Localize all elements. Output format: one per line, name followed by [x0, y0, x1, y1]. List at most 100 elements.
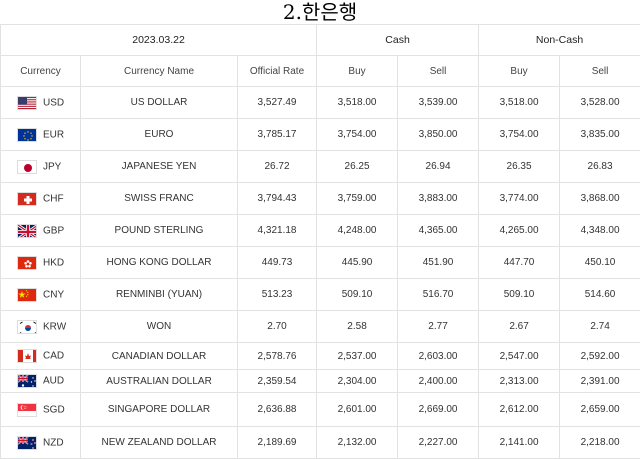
currency-cell: GBP — [1, 215, 81, 247]
cash-buy-cell: 509.10 — [317, 279, 398, 311]
currency-code: KRW — [43, 321, 66, 332]
currency-code: CAD — [43, 351, 64, 362]
non-cash-buy-cell: 2,313.00 — [479, 370, 560, 393]
non-cash-sell-cell: 2,218.00 — [560, 427, 640, 459]
cash-sell-cell: 3,850.00 — [398, 119, 479, 151]
ch-flag-icon — [17, 192, 37, 206]
cn-flag-icon — [17, 288, 37, 302]
official-rate-cell: 26.72 — [238, 151, 317, 183]
currency-cell: KRW — [1, 311, 81, 343]
non-cash-buy-cell: 3,774.00 — [479, 183, 560, 215]
non-cash-group-header: Non-Cash — [479, 25, 640, 56]
currency-cell: JPY — [1, 151, 81, 183]
currency-code: HKD — [43, 257, 64, 268]
currency-code: EUR — [43, 129, 64, 140]
currency-code: CHF — [43, 193, 64, 204]
non-cash-sell-cell: 3,528.00 — [560, 87, 640, 119]
cash-sell-cell: 4,365.00 — [398, 215, 479, 247]
currency-code: JPY — [43, 161, 61, 172]
cash-buy-cell: 445.90 — [317, 247, 398, 279]
table-row: EUR EURO 3,785.17 3,754.00 3,850.00 3,75… — [1, 119, 640, 151]
official-rate-cell: 2,189.69 — [238, 427, 317, 459]
currency-column-header: Currency — [1, 56, 81, 87]
official-rate-cell: 3,785.17 — [238, 119, 317, 151]
cash-buy-cell: 3,759.00 — [317, 183, 398, 215]
table-row: CNY RENMINBI (YUAN) 513.23 509.10 516.70… — [1, 279, 640, 311]
non-cash-buy-cell: 509.10 — [479, 279, 560, 311]
kr-flag-icon — [17, 320, 37, 334]
cash-buy-cell: 2.58 — [317, 311, 398, 343]
official-rate-cell: 2,359.54 — [238, 370, 317, 393]
currency-name-cell: JAPANESE YEN — [81, 151, 238, 183]
non-cash-buy-cell: 2,547.00 — [479, 343, 560, 370]
currency-cell: CNY — [1, 279, 81, 311]
au-flag-icon — [17, 374, 37, 388]
cash-sell-cell: 3,883.00 — [398, 183, 479, 215]
non-cash-sell-cell: 2,659.00 — [560, 393, 640, 427]
cash-buy-cell: 26.25 — [317, 151, 398, 183]
non-cash-buy-cell: 4,265.00 — [479, 215, 560, 247]
currency-cell: CHF — [1, 183, 81, 215]
table-row: AUD AUSTRALIAN DOLLAR 2,359.54 2,304.00 … — [1, 370, 640, 393]
currency-cell: CAD — [1, 343, 81, 370]
cash-buy-cell: 3,754.00 — [317, 119, 398, 151]
exchange-rate-table: 2023.03.22 Cash Non-Cash Currency Curren… — [0, 24, 640, 459]
currency-name-cell: RENMINBI (YUAN) — [81, 279, 238, 311]
jp-flag-icon — [17, 160, 37, 174]
non-cash-sell-cell: 3,868.00 — [560, 183, 640, 215]
sg-flag-icon — [17, 403, 37, 417]
currency-cell: HKD — [1, 247, 81, 279]
table-row: CAD CANADIAN DOLLAR 2,578.76 2,537.00 2,… — [1, 343, 640, 370]
cash-buy-cell: 3,518.00 — [317, 87, 398, 119]
non-cash-buy-cell: 2,141.00 — [479, 427, 560, 459]
eu-flag-icon — [17, 128, 37, 142]
cash-buy-cell: 2,601.00 — [317, 393, 398, 427]
cash-sell-cell: 3,539.00 — [398, 87, 479, 119]
date-header: 2023.03.22 — [1, 25, 317, 56]
currency-name-cell: POUND STERLING — [81, 215, 238, 247]
official-rate-cell: 513.23 — [238, 279, 317, 311]
cash-sell-cell: 2,400.00 — [398, 370, 479, 393]
non-cash-sell-column-header: Sell — [560, 56, 640, 87]
us-flag-icon — [17, 96, 37, 110]
table-row: KRW WON 2.70 2.58 2.77 2.67 2.74 — [1, 311, 640, 343]
hk-flag-icon — [17, 256, 37, 270]
nz-flag-icon — [17, 436, 37, 450]
official-rate-cell: 2.70 — [238, 311, 317, 343]
currency-name-cell: WON — [81, 311, 238, 343]
currency-code: NZD — [43, 437, 64, 448]
official-rate-cell: 3,794.43 — [238, 183, 317, 215]
cash-sell-cell: 26.94 — [398, 151, 479, 183]
page-title: 2.한은행 — [0, 0, 640, 24]
currency-cell: EUR — [1, 119, 81, 151]
official-rate-cell: 2,636.88 — [238, 393, 317, 427]
currency-code: GBP — [43, 225, 64, 236]
table-row: USD US DOLLAR 3,527.49 3,518.00 3,539.00… — [1, 87, 640, 119]
non-cash-buy-cell: 2,612.00 — [479, 393, 560, 427]
non-cash-buy-cell: 3,754.00 — [479, 119, 560, 151]
cash-buy-cell: 2,304.00 — [317, 370, 398, 393]
non-cash-buy-column-header: Buy — [479, 56, 560, 87]
cash-buy-cell: 2,537.00 — [317, 343, 398, 370]
currency-name-cell: NEW ZEALAND DOLLAR — [81, 427, 238, 459]
non-cash-sell-cell: 26.83 — [560, 151, 640, 183]
official-rate-column-header: Official Rate — [238, 56, 317, 87]
gb-flag-icon — [17, 224, 37, 238]
cash-sell-cell: 2,603.00 — [398, 343, 479, 370]
official-rate-cell: 2,578.76 — [238, 343, 317, 370]
currency-cell: AUD — [1, 370, 81, 393]
cash-sell-column-header: Sell — [398, 56, 479, 87]
currency-code: SGD — [43, 404, 65, 415]
official-rate-cell: 449.73 — [238, 247, 317, 279]
cash-buy-column-header: Buy — [317, 56, 398, 87]
currency-code: AUD — [43, 376, 64, 387]
non-cash-buy-cell: 2.67 — [479, 311, 560, 343]
table-row: HKD HONG KONG DOLLAR 449.73 445.90 451.9… — [1, 247, 640, 279]
non-cash-sell-cell: 2,391.00 — [560, 370, 640, 393]
currency-name-cell: SWISS FRANC — [81, 183, 238, 215]
currency-name-cell: AUSTRALIAN DOLLAR — [81, 370, 238, 393]
non-cash-buy-cell: 26.35 — [479, 151, 560, 183]
non-cash-sell-cell: 3,835.00 — [560, 119, 640, 151]
official-rate-cell: 4,321.18 — [238, 215, 317, 247]
ca-flag-icon — [17, 349, 37, 363]
